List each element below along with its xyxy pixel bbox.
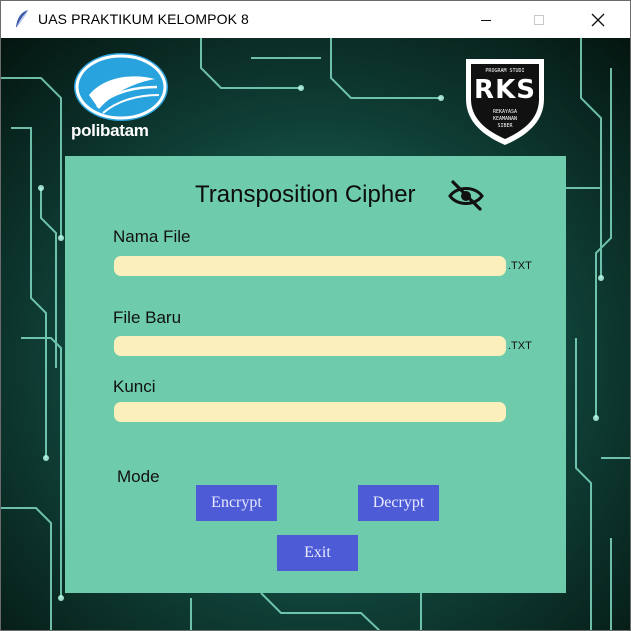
new-file-label: File Baru [113, 308, 182, 327]
file-name-label: Nama File [113, 227, 191, 246]
file-name-extension: .TXT [508, 260, 532, 272]
maximize-button[interactable] [516, 1, 562, 38]
close-icon [591, 13, 605, 26]
file-name-input[interactable] [114, 256, 506, 276]
minimize-button[interactable] [463, 1, 509, 38]
polibatam-logo: polibatam [69, 49, 173, 145]
app-window: UAS PRAKTIKUM KELOMPOK 8 polibatam PROGR… [0, 0, 631, 631]
rks-logo-sub-line-1: REKAYASA [492, 109, 518, 115]
key-input[interactable] [114, 402, 506, 422]
rks-logo: PROGRAM STUDI RKS REKAYASA KEAMANAN SIBE… [462, 55, 548, 147]
polibatam-logo-text: polibatam [71, 121, 149, 140]
rks-logo-sub-line-3: SIBER [497, 123, 513, 129]
page-title: Transposition Cipher [195, 181, 416, 208]
minimize-icon [481, 19, 491, 21]
new-file-input[interactable] [114, 336, 506, 356]
new-file-extension: .TXT [508, 340, 532, 352]
maximize-icon [534, 14, 544, 25]
key-label: Kunci [113, 377, 156, 396]
feather-icon [16, 9, 29, 27]
form-panel [65, 156, 566, 593]
encrypt-button[interactable]: Encrypt [196, 485, 277, 521]
rks-logo-main-text: RKS [474, 75, 536, 105]
eye-slash-icon[interactable] [447, 178, 485, 212]
rks-logo-sub-line-2: KEAMANAN [492, 116, 518, 122]
title-bar[interactable]: UAS PRAKTIKUM KELOMPOK 8 [1, 1, 630, 38]
mode-label: Mode [117, 467, 160, 486]
rks-logo-top-text: PROGRAM STUDI [485, 68, 525, 74]
window-title: UAS PRAKTIKUM KELOMPOK 8 [38, 11, 249, 27]
decrypt-button[interactable]: Decrypt [358, 485, 439, 521]
close-button[interactable] [575, 1, 621, 38]
exit-button[interactable]: Exit [277, 535, 358, 571]
